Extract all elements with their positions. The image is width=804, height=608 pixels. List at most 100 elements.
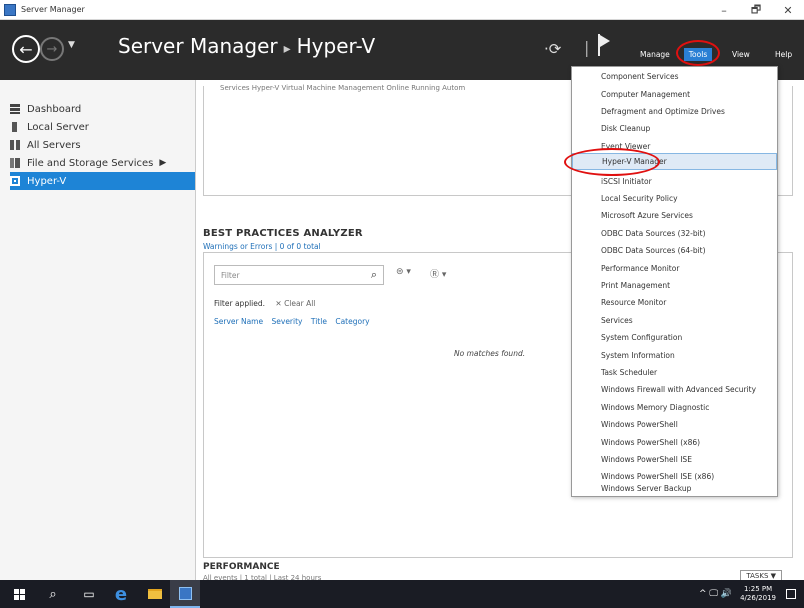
menu-item-task-scheduler[interactable]: Task Scheduler bbox=[572, 364, 777, 381]
header-divider: | bbox=[584, 38, 590, 57]
hyper-v-icon bbox=[10, 176, 20, 186]
notifications-flag-icon[interactable] bbox=[598, 34, 612, 56]
local-server-icon bbox=[12, 122, 17, 132]
task-view-icon: ▭ bbox=[83, 587, 95, 601]
sidebar-item-local-server[interactable]: Local Server bbox=[10, 118, 195, 136]
menu-item-odbc-32[interactable]: ODBC Data Sources (32-bit) bbox=[572, 225, 777, 242]
menu-item-windows-firewall[interactable]: Windows Firewall with Advanced Security bbox=[572, 381, 777, 398]
filter-applied-label: Filter applied. bbox=[214, 299, 266, 308]
search-button[interactable]: ⌕ bbox=[40, 580, 66, 608]
menu-item-powershell-x86[interactable]: Windows PowerShell (x86) bbox=[572, 433, 777, 450]
column-header-severity[interactable]: Severity bbox=[272, 317, 303, 326]
clock-time: 1:25 PM bbox=[743, 585, 773, 593]
window-titlebar: Server Manager – 🗗 ✕ bbox=[0, 0, 804, 20]
sidebar-item-label: All Servers bbox=[27, 139, 81, 151]
refresh-icon[interactable]: ·⟳ bbox=[544, 40, 561, 58]
bpa-title: BEST PRACTICES ANALYZER bbox=[203, 228, 363, 239]
breadcrumb-root[interactable]: Server Manager bbox=[118, 34, 278, 58]
sidebar-item-hyper-v[interactable]: Hyper-V bbox=[10, 172, 195, 190]
tray-icons[interactable]: ^ 🖵 🔊 bbox=[699, 589, 732, 599]
history-dropdown-icon[interactable]: ▼ bbox=[68, 40, 75, 50]
file-storage-icon bbox=[10, 158, 20, 168]
window-title: Server Manager bbox=[21, 5, 85, 14]
menu-item-print-management[interactable]: Print Management bbox=[572, 277, 777, 294]
clock-date: 4/26/2019 bbox=[740, 594, 776, 602]
sidebar: Dashboard Local Server All Servers File … bbox=[0, 80, 196, 580]
sidebar-item-label: Local Server bbox=[27, 121, 89, 133]
menu-item-memory-diagnostic[interactable]: Windows Memory Diagnostic bbox=[572, 399, 777, 416]
edge-icon: e bbox=[114, 583, 128, 605]
menu-item-disk-cleanup[interactable]: Disk Cleanup bbox=[572, 120, 777, 137]
filter-applied-bar: Filter applied. ✕ Clear All bbox=[214, 299, 315, 308]
action-center-icon[interactable] bbox=[786, 589, 796, 599]
bpa-column-headers: Server Name Severity Title Category bbox=[214, 317, 376, 326]
sidebar-item-label: File and Storage Services bbox=[27, 157, 154, 169]
server-manager-taskbar-button[interactable] bbox=[170, 580, 200, 608]
menu-item-system-configuration[interactable]: System Configuration bbox=[572, 329, 777, 346]
filter-input[interactable]: Filter ⌕ bbox=[214, 265, 384, 285]
column-header-server-name[interactable]: Server Name bbox=[214, 317, 263, 326]
search-icon: ⌕ bbox=[49, 586, 57, 602]
tools-annotation-circle bbox=[676, 40, 720, 66]
menu-item-performance-monitor[interactable]: Performance Monitor bbox=[572, 259, 777, 276]
menu-manage[interactable]: Manage bbox=[640, 50, 670, 59]
file-explorer-button[interactable] bbox=[142, 580, 168, 608]
menu-help[interactable]: Help bbox=[775, 50, 792, 59]
menu-item-resource-monitor[interactable]: Resource Monitor bbox=[572, 294, 777, 311]
server-manager-icon bbox=[178, 586, 192, 600]
menu-item-system-information[interactable]: System Information bbox=[572, 346, 777, 363]
save-query-icon[interactable]: Ⓡ ▾ bbox=[430, 267, 446, 280]
performance-title: PERFORMANCE bbox=[203, 562, 280, 572]
menu-item-server-backup[interactable]: Windows Server Backup bbox=[572, 480, 777, 497]
clock[interactable]: 1:25 PM 4/26/2019 bbox=[740, 585, 776, 603]
list-options-icon[interactable]: ⊜ ▾ bbox=[396, 267, 411, 277]
sidebar-item-all-servers[interactable]: All Servers bbox=[10, 136, 195, 154]
hyper-v-manager-annotation-circle bbox=[564, 148, 660, 176]
menu-item-computer-management[interactable]: Computer Management bbox=[572, 85, 777, 102]
forward-button[interactable]: → bbox=[40, 37, 64, 61]
breadcrumb: Server Manager ▸ Hyper-V bbox=[118, 34, 375, 58]
maximize-button[interactable]: 🗗 bbox=[740, 0, 772, 20]
expand-arrow-icon[interactable]: ▶ bbox=[159, 158, 166, 168]
menu-item-powershell[interactable]: Windows PowerShell bbox=[572, 416, 777, 433]
server-manager-app-icon bbox=[4, 3, 16, 16]
close-button[interactable]: ✕ bbox=[772, 0, 804, 20]
sidebar-item-label: Hyper-V bbox=[27, 175, 67, 187]
filter-placeholder: Filter bbox=[221, 271, 240, 280]
folder-icon bbox=[148, 589, 162, 599]
breadcrumb-current: Hyper-V bbox=[296, 34, 376, 58]
search-icon[interactable]: ⌕ bbox=[371, 268, 377, 282]
start-button[interactable] bbox=[6, 580, 32, 608]
menu-item-defragment[interactable]: Defragment and Optimize Drives bbox=[572, 103, 777, 120]
bpa-subtitle[interactable]: Warnings or Errors | 0 of 0 total bbox=[203, 242, 321, 251]
tools-menu: Component Services Computer Management D… bbox=[571, 66, 778, 497]
menu-item-azure-services[interactable]: Microsoft Azure Services bbox=[572, 207, 777, 224]
menu-item-component-services[interactable]: Component Services bbox=[572, 68, 777, 85]
minimize-button[interactable]: – bbox=[708, 0, 740, 20]
breadcrumb-separator-icon: ▸ bbox=[283, 41, 291, 57]
system-tray: ^ 🖵 🔊 1:25 PM 4/26/2019 bbox=[699, 580, 804, 608]
taskbar: ⌕ ▭ e ^ 🖵 🔊 1:25 PM 4/26/2019 bbox=[0, 580, 804, 608]
menu-item-services[interactable]: Services bbox=[572, 312, 777, 329]
arrow-right-icon: → bbox=[46, 41, 58, 57]
back-button[interactable]: ← bbox=[12, 35, 40, 63]
task-view-button[interactable]: ▭ bbox=[76, 580, 102, 608]
window-controls: – 🗗 ✕ bbox=[708, 0, 804, 20]
dashboard-icon bbox=[10, 104, 20, 114]
menu-item-local-security-policy[interactable]: Local Security Policy bbox=[572, 190, 777, 207]
empty-message: No matches found. bbox=[454, 349, 526, 358]
all-servers-icon bbox=[10, 140, 20, 150]
services-row-clipped: Services Hyper-V Virtual Machine Managem… bbox=[220, 84, 466, 92]
sidebar-item-label: Dashboard bbox=[27, 103, 82, 115]
edge-browser-button[interactable]: e bbox=[108, 580, 134, 608]
menu-item-odbc-64[interactable]: ODBC Data Sources (64-bit) bbox=[572, 242, 777, 259]
column-header-title[interactable]: Title bbox=[311, 317, 327, 326]
arrow-left-icon: ← bbox=[19, 39, 33, 59]
column-header-category[interactable]: Category bbox=[335, 317, 369, 326]
windows-logo-icon bbox=[13, 588, 25, 600]
sidebar-item-dashboard[interactable]: Dashboard bbox=[10, 100, 195, 118]
clear-all-button[interactable]: ✕ Clear All bbox=[275, 299, 315, 308]
menu-view[interactable]: View bbox=[732, 50, 750, 59]
menu-item-powershell-ise[interactable]: Windows PowerShell ISE bbox=[572, 451, 777, 468]
sidebar-item-file-storage[interactable]: File and Storage Services ▶ bbox=[10, 154, 195, 172]
